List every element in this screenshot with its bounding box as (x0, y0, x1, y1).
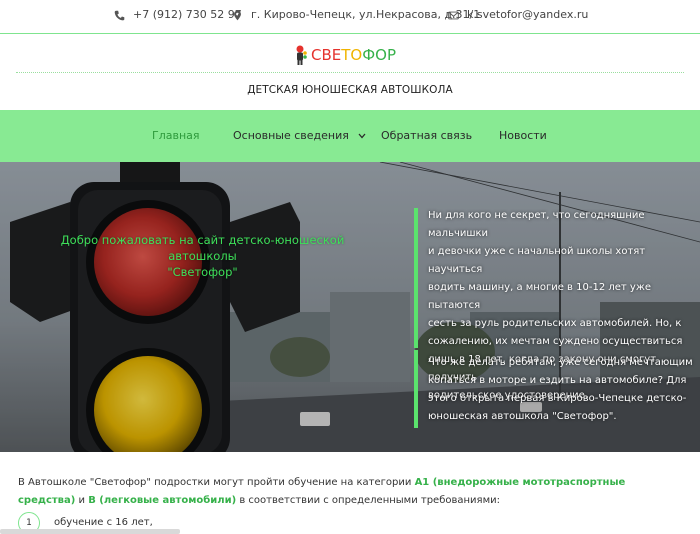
address-text: г. Кирово-Чепецк, ул.Некрасова, д.31/1 (251, 8, 481, 21)
phone-number[interactable]: +7 (912) 730 52 97 (133, 8, 242, 22)
hero-p1-line: и девочки уже с начальной школы хотят на… (428, 246, 646, 275)
site-logo[interactable]: СВЕ ТО ФОР (291, 44, 401, 66)
nav-item-main-info[interactable]: Основные сведения (233, 129, 366, 142)
main-nav: Главная Основные сведения Обратная связь… (0, 110, 700, 162)
logo-text-part2: ТО (341, 46, 363, 64)
intro-text-c: в соответствии с определенными требовани… (236, 495, 500, 506)
horizontal-scrollbar[interactable] (0, 529, 180, 534)
hero-p2-line: юношеская автошкола "Светофор". (428, 411, 617, 422)
envelope-icon (448, 11, 459, 19)
hero-banner: Добро пожаловать на сайт детско-юношеско… (0, 162, 700, 452)
email-link[interactable]: k.svetofor@yandex.ru (467, 8, 588, 22)
logo-text-part1: СВЕ (311, 46, 342, 64)
nav-item-feedback[interactable]: Обратная связь (381, 129, 472, 142)
hero-p1-line: Ни для кого не секрет, что сегодняшние м… (428, 210, 645, 239)
hero-paragraph-2: Что же делать ребятам, уже сегодня мечта… (428, 354, 693, 426)
hero-p2-line: этого открыта первая в Кирово-Чепецке де… (428, 393, 687, 404)
nav-item-label: Основные сведения (233, 129, 349, 142)
hero-p1-line: водить машину, а многие в 10-12 лет уже … (428, 282, 651, 311)
intro-paragraph: В Автошколе "Светофор" подростки могут п… (18, 474, 678, 510)
address-contact: г. Кирово-Чепецк, ул.Некрасова, д.31/1 (232, 8, 480, 22)
intro-text-b: и (75, 495, 89, 506)
hero-p2-line: копаться в моторе и ездить на автомобиле… (428, 375, 687, 386)
category-b-link[interactable]: В (легковые автомобили) (88, 495, 236, 506)
nav-item-news[interactable]: Новости (499, 129, 547, 142)
nav-item-home[interactable]: Главная (152, 129, 200, 142)
hero-p2-line: Что же делать ребятам, уже сегодня мечта… (428, 357, 693, 368)
logo-figure-icon (296, 45, 307, 65)
phone-icon (114, 10, 125, 20)
map-pin-icon (234, 10, 241, 20)
accent-bar-1 (414, 208, 418, 348)
email-contact[interactable]: k.svetofor@yandex.ru (448, 8, 588, 22)
hero-p1-line: сожалению, их мечтам суждено осуществить… (428, 336, 683, 347)
welcome-heading: Добро пожаловать на сайт детско-юношеско… (35, 232, 370, 280)
accent-bar-2 (414, 350, 418, 428)
phone-contact[interactable]: +7 (912) 730 52 97 (114, 8, 242, 22)
logo-text-part3: ФОР (362, 46, 396, 64)
dotted-divider (16, 72, 684, 73)
chevron-down-icon (358, 132, 366, 142)
list-item-text: обучение с 16 лет, (54, 517, 153, 528)
contact-bar: +7 (912) 730 52 97 г. Кирово-Чепецк, ул.… (0, 0, 700, 34)
hero-p1-line: сесть за руль родительских автомобилей. … (428, 318, 682, 329)
intro-text-a: В Автошколе "Светофор" подростки могут п… (18, 477, 415, 488)
site-subtitle: ДЕТСКАЯ ЮНОШЕСКАЯ АВТОШКОЛА (247, 84, 453, 96)
welcome-line-2: "Светофор" (167, 265, 238, 279)
welcome-line-1: Добро пожаловать на сайт детско-юношеско… (60, 233, 345, 263)
